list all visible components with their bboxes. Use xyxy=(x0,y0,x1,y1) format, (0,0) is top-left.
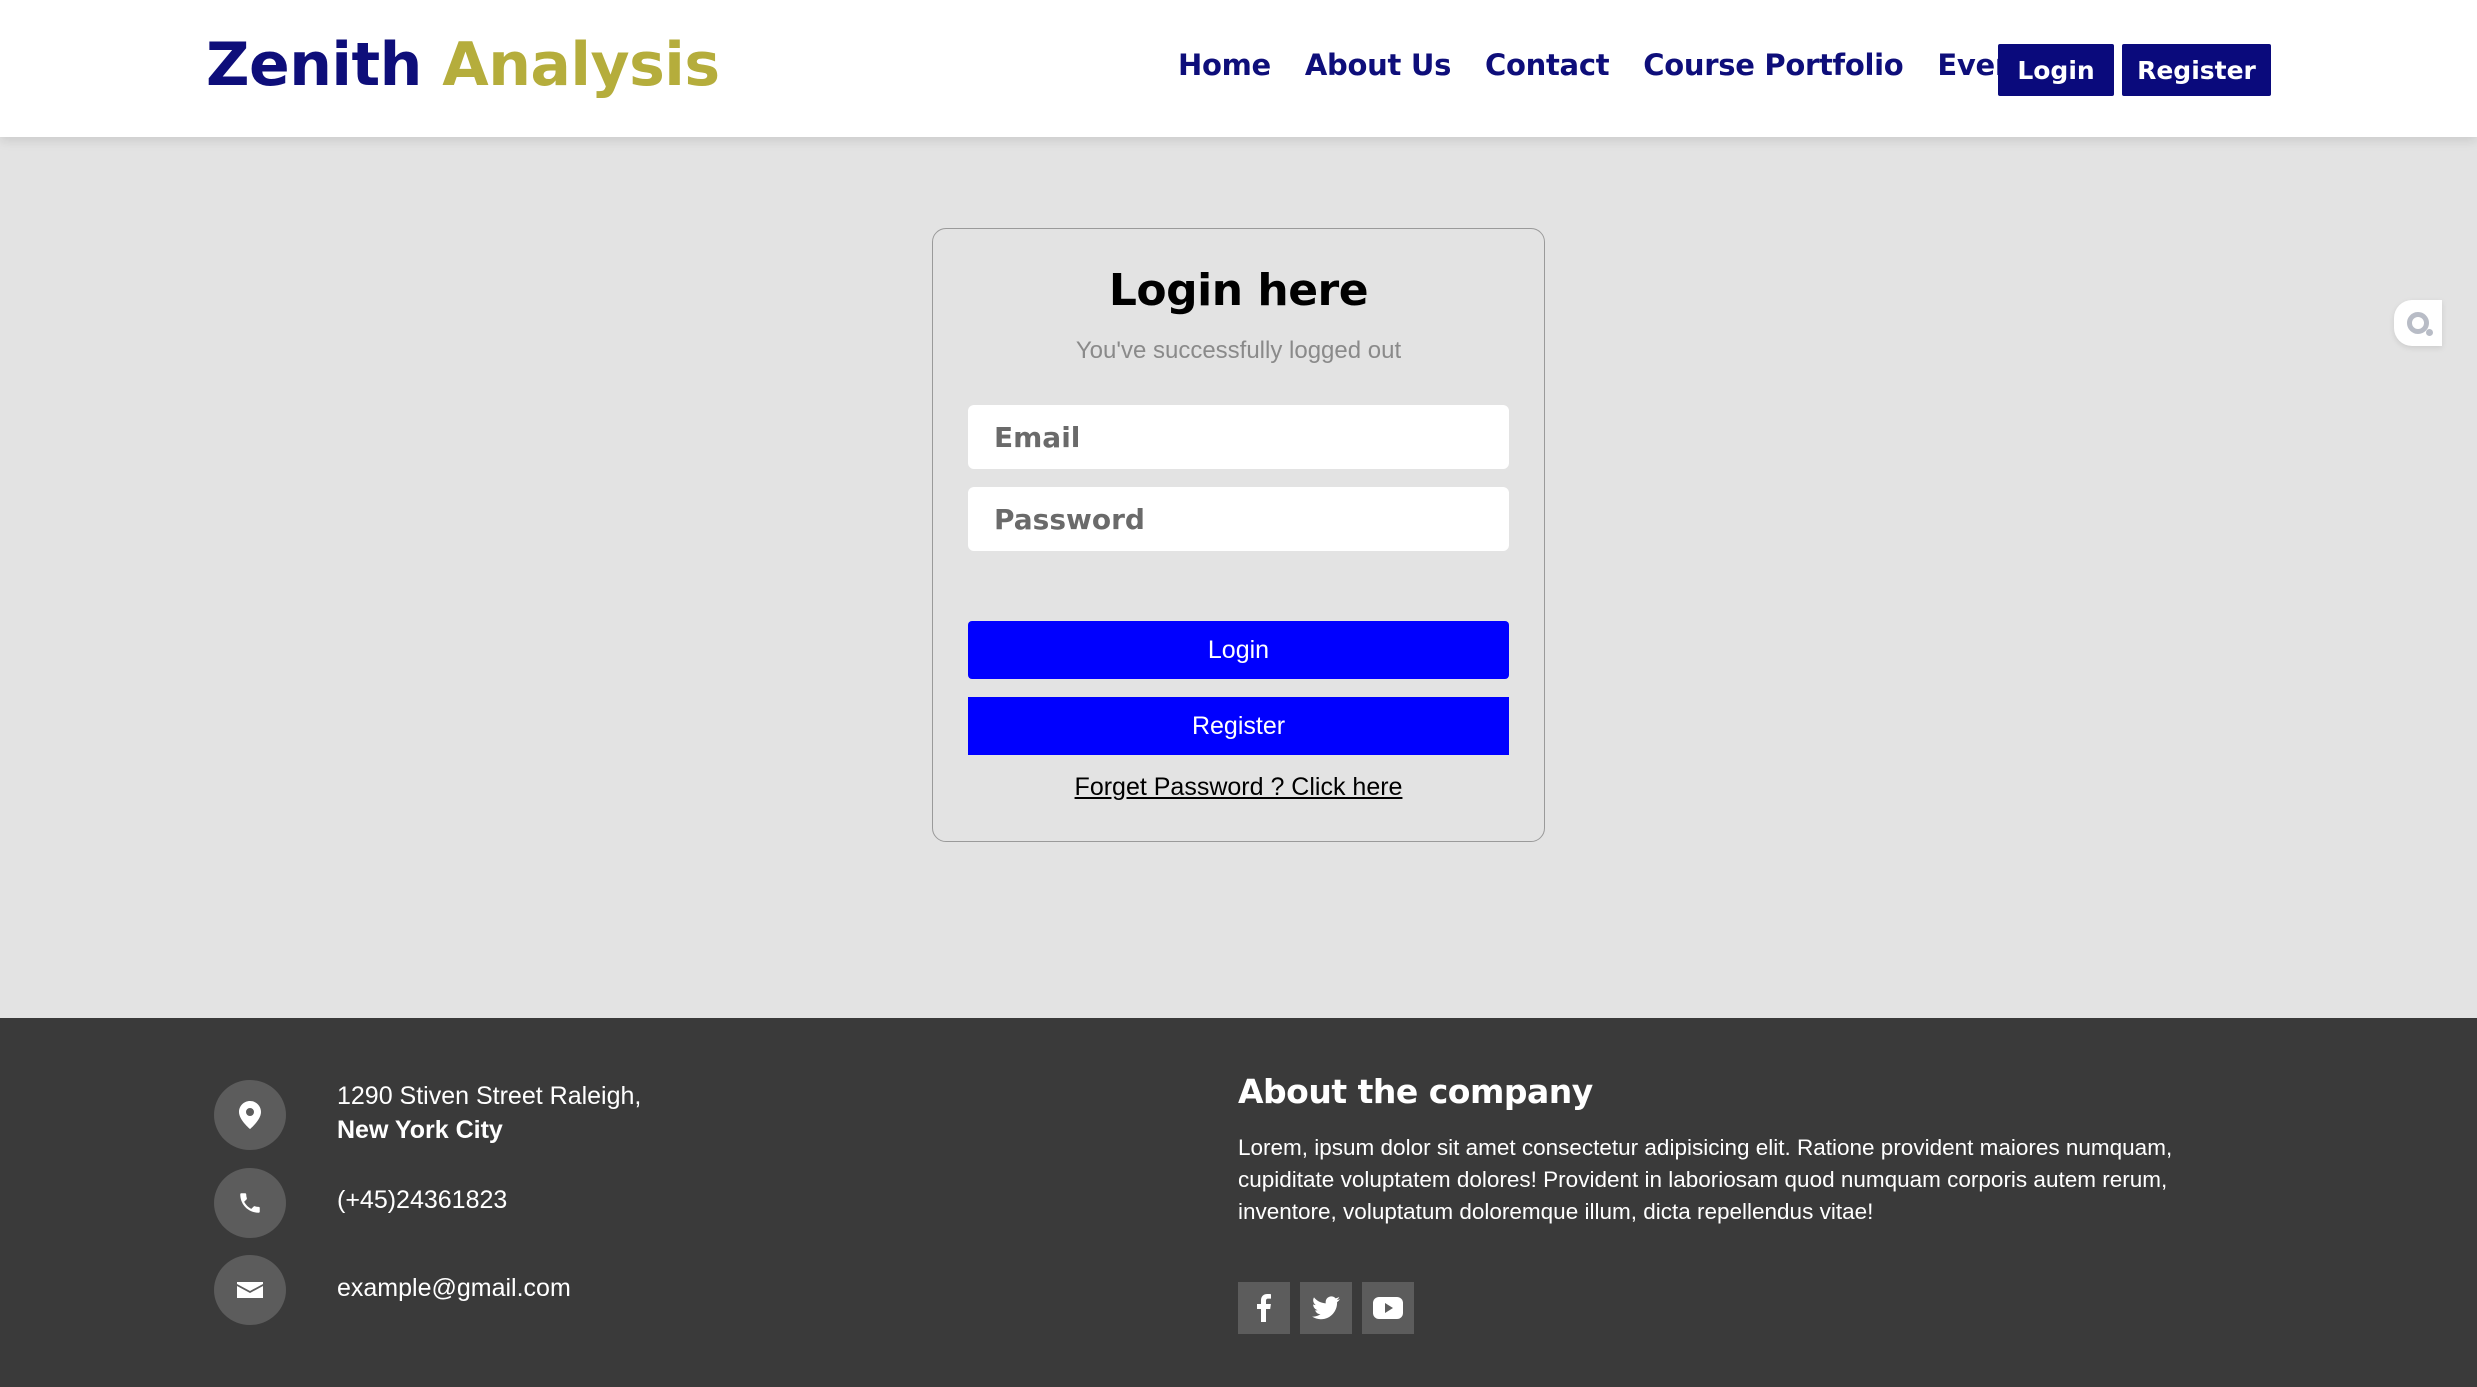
email-field[interactable] xyxy=(968,405,1509,469)
register-button[interactable]: Register xyxy=(968,697,1509,755)
twitter-link[interactable] xyxy=(1300,1282,1352,1334)
facebook-link[interactable] xyxy=(1238,1282,1290,1334)
about-heading: About the company xyxy=(1238,1072,1593,1111)
site-header: Zenith Analysis Home About Us Contact Co… xyxy=(0,0,2477,137)
nav-home[interactable]: Home xyxy=(1178,48,1271,82)
location-pin-icon xyxy=(214,1080,286,1150)
youtube-icon xyxy=(1373,1297,1403,1319)
header-register-button[interactable]: Register xyxy=(2122,44,2271,96)
brand-name-part1: Zenith xyxy=(206,30,422,100)
forgot-password-link[interactable]: Forget Password ? Click here xyxy=(933,773,1544,802)
phone-number: (+45)24361823 xyxy=(337,1186,508,1214)
nav-contact[interactable]: Contact xyxy=(1485,48,1610,82)
nav-about-us[interactable]: About Us xyxy=(1305,48,1451,82)
phone-icon xyxy=(214,1168,286,1238)
login-button[interactable]: Login xyxy=(968,621,1509,679)
chat-bubble-icon xyxy=(2407,312,2433,336)
site-footer: 1290 Stiven Street Raleigh, New York Cit… xyxy=(0,1018,2477,1387)
password-field[interactable] xyxy=(968,487,1509,551)
login-title: Login here xyxy=(1108,265,1369,316)
email-address[interactable]: example@gmail.com xyxy=(337,1274,571,1303)
twitter-icon xyxy=(1312,1296,1340,1320)
login-card: Login here You've successfully logged ou… xyxy=(932,228,1545,842)
brand-name-part2: Analysis xyxy=(442,30,720,100)
floating-widget-button[interactable] xyxy=(2394,300,2442,346)
main-nav: Home About Us Contact Course Portfolio E… xyxy=(1178,48,2063,82)
header-login-button[interactable]: Login xyxy=(1998,44,2114,96)
nav-course-portfolio[interactable]: Course Portfolio xyxy=(1643,48,1903,82)
facebook-icon xyxy=(1257,1294,1271,1322)
brand-logo[interactable]: Zenith Analysis xyxy=(206,30,720,100)
about-text: Lorem, ipsum dolor sit amet consectetur … xyxy=(1238,1135,2173,1224)
envelope-icon xyxy=(214,1255,286,1325)
address-line-2: New York City xyxy=(337,1116,503,1144)
logout-status-message: You've successfully logged out xyxy=(1075,337,1402,364)
youtube-link[interactable] xyxy=(1362,1282,1414,1334)
address-line-1: 1290 Stiven Street Raleigh, xyxy=(337,1082,642,1110)
